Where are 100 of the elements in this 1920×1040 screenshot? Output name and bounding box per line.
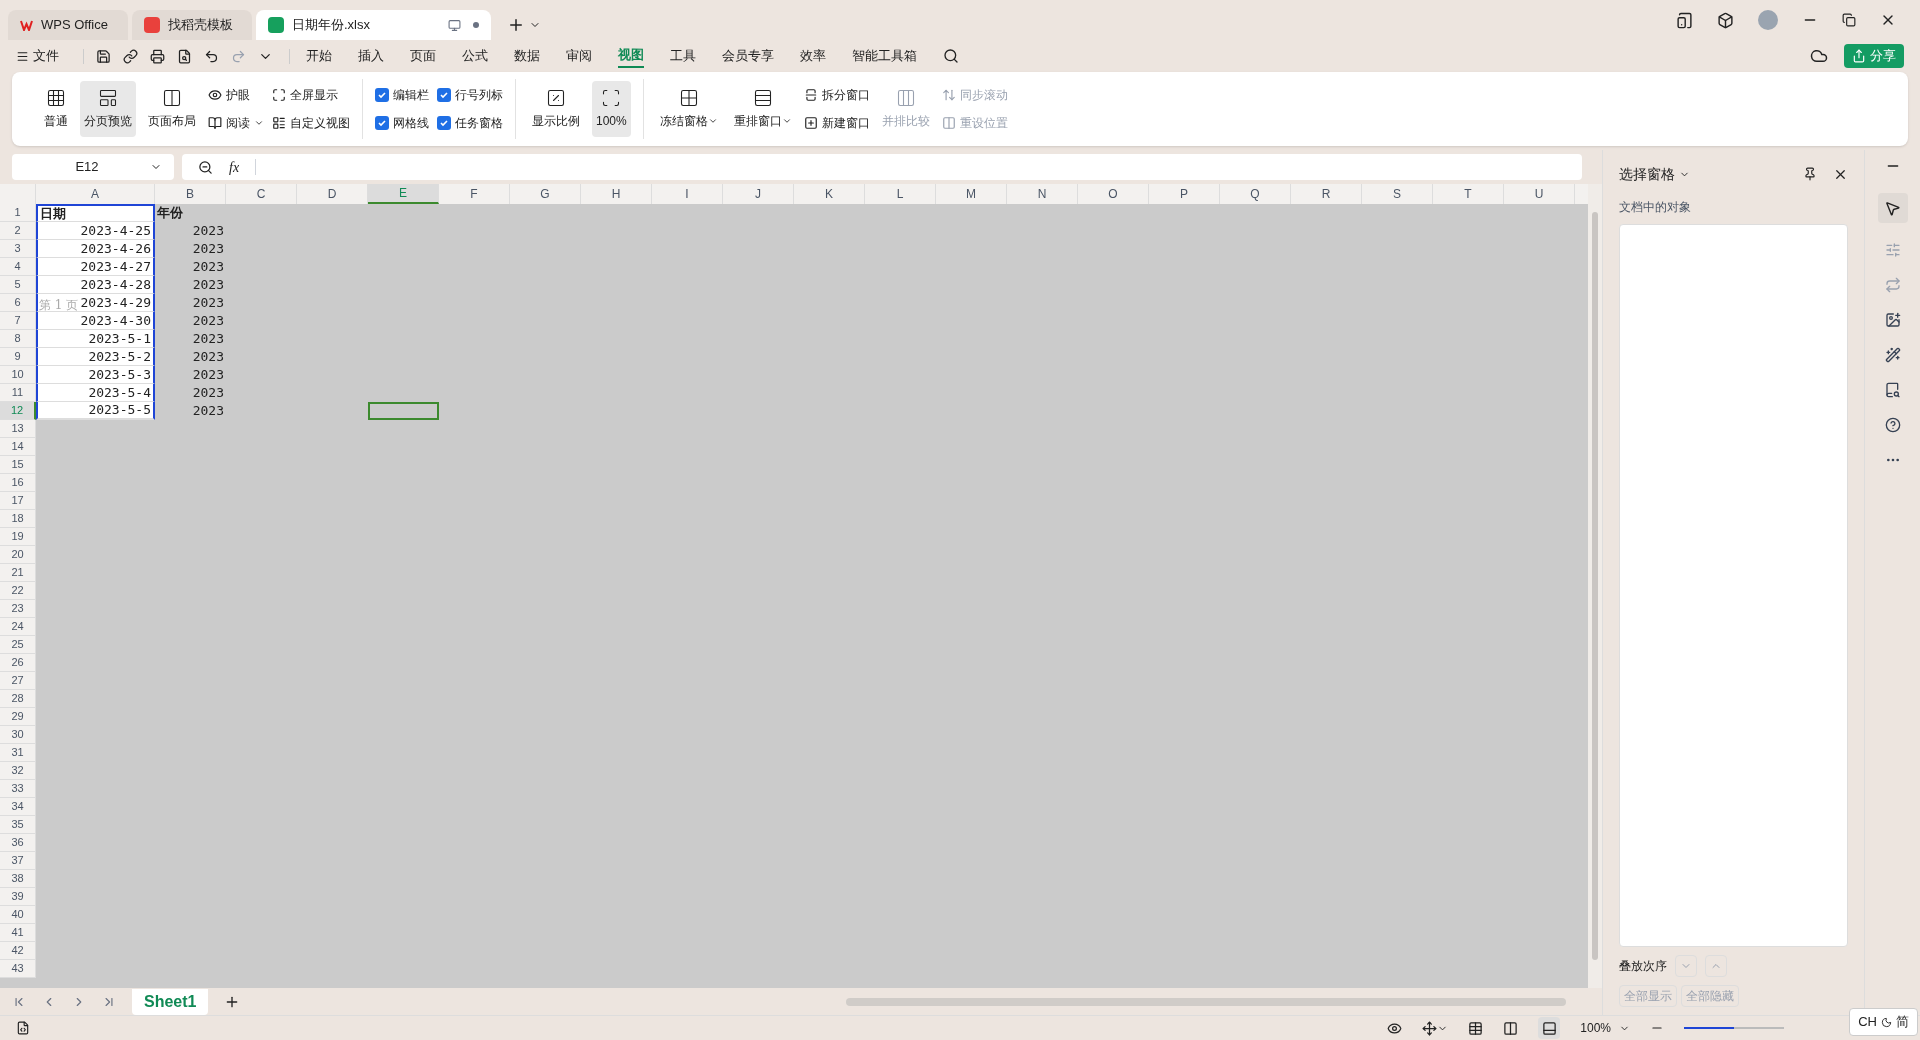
help-icon[interactable]	[1884, 417, 1901, 433]
ribbon-button[interactable]: 显示比例	[528, 81, 584, 137]
menu-tab[interactable]: 智能工具箱	[852, 44, 917, 68]
menu-tab[interactable]: 插入	[358, 44, 384, 68]
sliders-icon[interactable]	[1884, 242, 1901, 258]
menu-tab[interactable]: 会员专享	[722, 44, 774, 68]
row-header[interactable]: 34	[0, 798, 36, 816]
undo-icon[interactable]	[204, 48, 219, 64]
ribbon-button[interactable]: 全屏显示	[272, 85, 350, 105]
row-header[interactable]: 32	[0, 762, 36, 780]
print-icon[interactable]	[150, 48, 165, 64]
row-header[interactable]: 37	[0, 852, 36, 870]
ribbon-button[interactable]: 100%	[592, 81, 631, 137]
row-header[interactable]: 22	[0, 582, 36, 600]
row-header[interactable]: 18	[0, 510, 36, 528]
row-header[interactable]: 21	[0, 564, 36, 582]
row-header[interactable]: 5	[0, 276, 36, 294]
column-header[interactable]: I	[652, 184, 723, 204]
row-header[interactable]: 20	[0, 546, 36, 564]
ribbon-button[interactable]: 普通	[40, 81, 72, 137]
column-header[interactable]: P	[1149, 184, 1220, 204]
page-break-view-button[interactable]	[1538, 1017, 1561, 1039]
column-header[interactable]: K	[794, 184, 865, 204]
book-search-icon[interactable]	[1884, 382, 1901, 398]
menu-tab[interactable]: 效率	[800, 44, 826, 68]
column-header[interactable]: B	[155, 184, 226, 204]
row-header[interactable]: 39	[0, 888, 36, 906]
new-tab-icon[interactable]	[507, 16, 525, 34]
document-tab[interactable]: 找稻壳模板	[132, 10, 252, 40]
column-header[interactable]: O	[1078, 184, 1149, 204]
print-preview-icon[interactable]	[177, 48, 192, 64]
menu-tab[interactable]: 审阅	[566, 44, 592, 68]
crosshair-button[interactable]	[1422, 1020, 1449, 1036]
row-header[interactable]: 33	[0, 780, 36, 798]
macro-icon[interactable]	[16, 1021, 30, 1035]
column-header[interactable]: T	[1433, 184, 1504, 204]
ribbon-button[interactable]: 分页预览	[80, 81, 136, 137]
row-header[interactable]: 6	[0, 294, 36, 312]
row-header[interactable]: 8	[0, 330, 36, 348]
checkbox[interactable]	[437, 116, 451, 130]
search-icon[interactable]	[943, 48, 959, 64]
checkbox[interactable]	[375, 116, 389, 130]
zoom-icon[interactable]	[198, 159, 213, 175]
row-header[interactable]: 26	[0, 654, 36, 672]
zoom-level[interactable]: 100%	[1580, 1019, 1630, 1037]
active-cell[interactable]	[368, 402, 439, 420]
row-header[interactable]: 14	[0, 438, 36, 456]
pane-title[interactable]: 选择窗格	[1619, 163, 1690, 185]
checkbox[interactable]	[437, 88, 451, 102]
document-tab[interactable]: 日期年份.xlsx	[256, 10, 491, 40]
document-tab[interactable]: WPS Office	[8, 10, 128, 40]
row-header[interactable]: 19	[0, 528, 36, 546]
save-icon[interactable]	[96, 48, 111, 64]
row-header[interactable]: 16	[0, 474, 36, 492]
vertical-scrollbar[interactable]	[1588, 184, 1602, 988]
column-header[interactable]: S	[1362, 184, 1433, 204]
row-header[interactable]: 42	[0, 942, 36, 960]
restore-icon[interactable]	[1842, 13, 1856, 27]
function-label[interactable]: fx	[229, 156, 240, 178]
sheet-tab[interactable]: Sheet1	[132, 988, 209, 1015]
ribbon-button[interactable]: 护眼	[208, 85, 264, 105]
row-header[interactable]: 1	[0, 204, 36, 222]
menu-tab[interactable]: 工具	[670, 44, 696, 68]
ribbon-button[interactable]: 阅读	[208, 113, 264, 133]
ribbon-button[interactable]: 自定义视图	[272, 113, 350, 133]
row-header[interactable]: 40	[0, 906, 36, 924]
row-header[interactable]: 13	[0, 420, 36, 438]
device-icon[interactable]	[1676, 11, 1693, 29]
link-icon[interactable]	[123, 48, 138, 64]
page-layout-icon[interactable]	[1503, 1020, 1519, 1036]
row-header[interactable]: 31	[0, 744, 36, 762]
ribbon-button[interactable]: 重排窗口	[729, 81, 796, 137]
row-header[interactable]: 28	[0, 690, 36, 708]
image-icon[interactable]	[1884, 312, 1901, 328]
column-header[interactable]: G	[510, 184, 581, 204]
column-header[interactable]: N	[1007, 184, 1078, 204]
eye-icon[interactable]	[1387, 1020, 1403, 1036]
row-header[interactable]: 29	[0, 708, 36, 726]
row-header[interactable]: 7	[0, 312, 36, 330]
normal-view-icon[interactable]	[1468, 1020, 1484, 1036]
file-menu[interactable]: 文件	[16, 46, 59, 66]
row-header[interactable]: 10	[0, 366, 36, 384]
row-header[interactable]: 15	[0, 456, 36, 474]
row-header[interactable]: 41	[0, 924, 36, 942]
menu-tab[interactable]: 开始	[306, 44, 332, 68]
row-header[interactable]: 25	[0, 636, 36, 654]
cube-icon[interactable]	[1717, 11, 1734, 29]
row-header[interactable]: 2	[0, 222, 36, 240]
row-header[interactable]: 27	[0, 672, 36, 690]
magic-wand-icon[interactable]	[1884, 347, 1901, 363]
share-button[interactable]: 分享	[1844, 44, 1904, 68]
row-header[interactable]: 35	[0, 816, 36, 834]
column-header[interactable]: U	[1504, 184, 1575, 204]
row-header[interactable]: 9	[0, 348, 36, 366]
menu-tab[interactable]: 数据	[514, 44, 540, 68]
column-header[interactable]: J	[723, 184, 794, 204]
formula-bar[interactable]: fx	[182, 154, 1582, 180]
column-header[interactable]: H	[581, 184, 652, 204]
ime-indicator[interactable]: CH 简	[1849, 1008, 1918, 1036]
row-header[interactable]: 4	[0, 258, 36, 276]
